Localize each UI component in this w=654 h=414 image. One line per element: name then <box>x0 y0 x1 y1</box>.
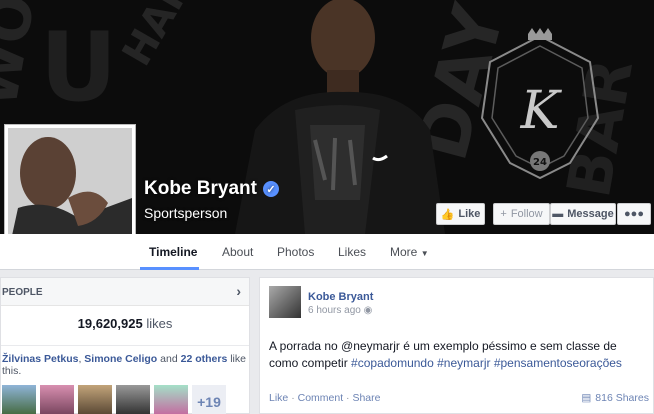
ellipsis-icon: ●●● <box>624 208 644 220</box>
follow-button[interactable]: + Follow <box>493 203 550 225</box>
share-icon: ▤ <box>581 392 592 404</box>
friend-thumbnails: +19 <box>1 385 249 414</box>
svg-text:K: K <box>520 81 563 141</box>
tab-likes[interactable]: Likes <box>338 245 366 259</box>
friend-link-1[interactable]: Žilvinas Petkus <box>2 353 78 365</box>
friend-avatar[interactable] <box>116 385 150 414</box>
thumbs-up-icon: 👍 <box>440 208 455 221</box>
people-card-header[interactable]: PEOPLE › <box>1 278 249 306</box>
post-share-link[interactable]: Share <box>352 392 380 404</box>
like-page-label: Like <box>458 208 481 220</box>
message-label: Message <box>567 208 614 220</box>
post-like-link[interactable]: Like <box>269 392 288 404</box>
tab-more-label: More <box>390 245 418 259</box>
verified-badge-icon: ✓ <box>262 181 279 197</box>
tab-photos[interactable]: Photos <box>277 245 314 259</box>
caret-down-icon: ▼ <box>420 249 429 258</box>
follow-label: Follow <box>510 208 543 220</box>
message-icon: ▬ <box>552 208 564 220</box>
likes-count: 19,620,925 <box>77 316 143 331</box>
emblem-number: 24 <box>533 157 547 168</box>
post-author-name[interactable]: Kobe Bryant <box>308 291 373 303</box>
likes-summary: 19,620,925 likes <box>1 316 249 331</box>
plus-icon: + <box>500 208 507 220</box>
hashtag-link[interactable]: #pensamentoseorações <box>494 356 622 370</box>
tab-timeline[interactable]: Timeline <box>149 245 197 259</box>
chevron-right-icon[interactable]: › <box>236 283 241 299</box>
others-link[interactable]: 22 others <box>181 353 228 365</box>
friend-avatar[interactable] <box>2 385 36 414</box>
profile-category: Sportsperson <box>144 205 228 221</box>
more-friends-count[interactable]: +19 <box>192 385 226 414</box>
active-tab-indicator <box>140 267 199 270</box>
and-text: and <box>160 353 178 365</box>
people-header-label: PEOPLE <box>2 287 43 298</box>
svg-text:HARD: HARD <box>114 0 218 74</box>
hashtag-link[interactable]: #copadomundo <box>351 356 434 370</box>
post-text: A porrada no @neymarjr é um exemplo péss… <box>269 338 644 372</box>
kb-logo-emblem: K 24 <box>480 28 600 180</box>
post-author-avatar[interactable] <box>269 286 301 318</box>
tab-about[interactable]: About <box>222 245 253 259</box>
globe-icon: ◉ <box>363 305 373 316</box>
hashtag-link[interactable]: #neymarjr <box>437 356 490 370</box>
more-options-button[interactable]: ●●● <box>617 203 651 225</box>
message-button[interactable]: ▬ Message <box>550 203 616 225</box>
post-actions: Like · Comment · Share <box>269 392 381 404</box>
profile-name-text[interactable]: Kobe Bryant <box>144 178 257 200</box>
shares-count: 816 Shares <box>595 392 649 404</box>
like-page-button[interactable]: 👍 Like <box>436 203 485 225</box>
profile-nav-bar: Timeline About Photos Likes More ▼ <box>0 234 654 270</box>
friend-avatar[interactable] <box>40 385 74 414</box>
friend-avatar[interactable] <box>78 385 112 414</box>
timeline-post: Kobe Bryant 6 hours ago ◉ A porrada no @… <box>259 277 654 414</box>
post-comment-link[interactable]: Comment <box>298 392 344 404</box>
post-time-text: 6 hours ago <box>308 305 361 316</box>
svg-text:U: U <box>40 13 117 123</box>
post-timestamp[interactable]: 6 hours ago ◉ <box>308 305 372 316</box>
profile-name[interactable]: Kobe Bryant ✓ <box>144 178 279 200</box>
friend-avatar[interactable] <box>154 385 188 414</box>
friend-link-2[interactable]: Simone Celigo <box>84 353 157 365</box>
friends-like-line: Žilvinas Petkus, Simone Celigo and 22 ot… <box>1 345 249 377</box>
people-card: PEOPLE › 19,620,925 likes Žilvinas Petku… <box>0 277 250 414</box>
likes-label: likes <box>146 316 173 331</box>
tab-more[interactable]: More ▼ <box>390 245 429 259</box>
post-shares[interactable]: ▤ 816 Shares <box>581 392 649 404</box>
